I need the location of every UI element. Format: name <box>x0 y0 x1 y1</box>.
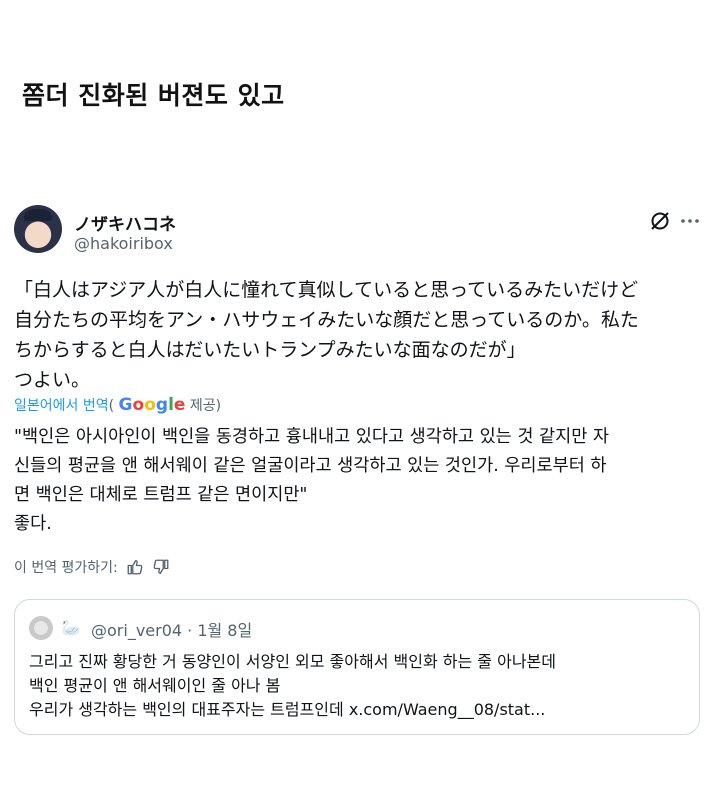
swan-emoji: 🦢 <box>61 618 81 637</box>
quoted-handle-date: @ori_ver04 · 1월 8일 <box>91 621 253 640</box>
thumbs-down-icon[interactable] <box>152 558 170 576</box>
quoted-tweet[interactable]: 🦢 @ori_ver04 · 1월 8일 그리고 진짜 황당한 거 동양인이 서… <box>14 599 700 735</box>
translated-line: "백인은 아시아인이 백인을 동경하고 흉내내고 있다고 생각하고 있는 것 같… <box>14 427 609 447</box>
translation-attribution: 일본어에서 번역( Google 제공) <box>14 395 221 415</box>
grok-icon[interactable] <box>648 209 672 233</box>
rate-translation-label: 이 번역 평가하기: <box>14 560 118 576</box>
original-line: 「白人はアジア人が白人に憧れて真似していると思っているみたいだけど <box>14 279 639 301</box>
paren-open: ( <box>108 398 115 414</box>
tweet-translated-text: "백인은 아시아인이 백인을 동경하고 흉내내고 있다고 생각하고 있는 것 같… <box>14 423 700 539</box>
original-line: 自分たちの平均をアン・ハサウェイみたいな顔だと思っているのか。私た <box>14 309 639 331</box>
display-name[interactable]: ノザキハコネ <box>74 210 176 235</box>
google-logo: Google <box>118 395 186 415</box>
quoted-line: 우리가 생각하는 백인의 대표주자는 트럼프인데 x.com/Waeng__08… <box>29 700 546 719</box>
translated-by-suffix: 제공) <box>185 398 222 414</box>
quoted-avatar <box>29 616 53 640</box>
translated-from-link[interactable]: 일본어에서 번역 <box>14 398 109 414</box>
translated-line: 좋다. <box>14 514 52 534</box>
translated-line: 신들의 평균을 앤 해서웨이 같은 얼굴이라고 생각하고 있는 것인가. 우리로… <box>14 456 607 476</box>
quoted-text: 그리고 진짜 황당한 거 동양인이 서양인 외모 좋아해서 백인화 하는 줄 아… <box>29 650 556 722</box>
original-line: ちからすると白人はだいたいトランプみたいな面なのだが」 <box>14 339 526 361</box>
more-options-icon[interactable] <box>678 209 702 233</box>
thumbs-up-icon[interactable] <box>126 558 144 576</box>
quoted-line: 백인 평균이 앤 해서웨이인 줄 아나 봄 <box>29 676 281 695</box>
original-line: つよい。 <box>14 369 91 391</box>
translated-line: 면 백인은 대체로 트럼프 같은 면이지만" <box>14 485 308 505</box>
page-heading: 쫌더 진화된 버젼도 있고 <box>22 81 285 110</box>
user-handle[interactable]: @hakoiribox <box>74 234 173 253</box>
quoted-line: 그리고 진짜 황당한 거 동양인이 서양인 외모 좋아해서 백인화 하는 줄 아… <box>29 652 556 671</box>
avatar[interactable] <box>14 205 62 253</box>
tweet-original-text: 「白人はアジア人が白人に憧れて真似していると思っているみたいだけど 自分たちの平… <box>14 275 700 395</box>
rate-translation: 이 번역 평가하기: <box>14 557 170 577</box>
